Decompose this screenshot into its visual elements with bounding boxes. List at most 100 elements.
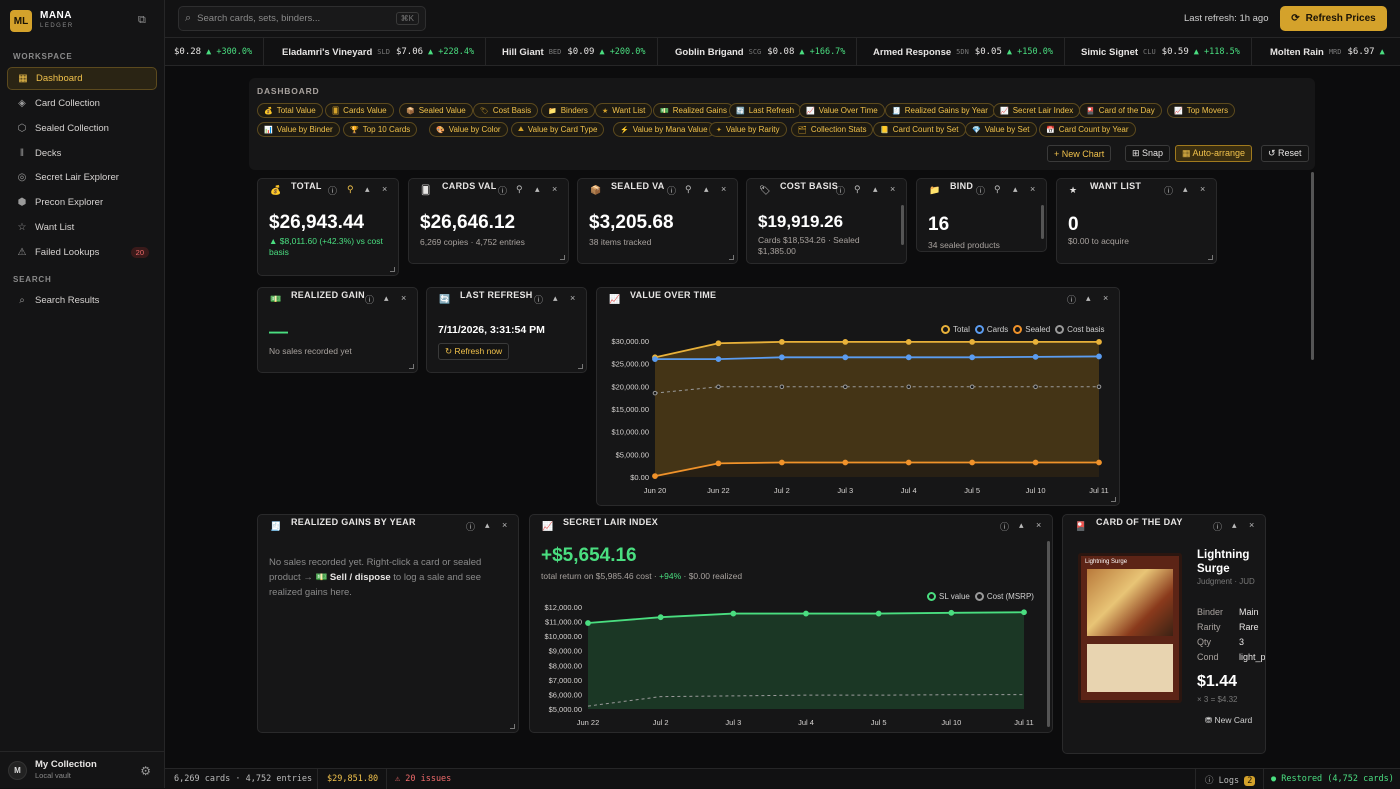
info-icon[interactable]: ⓘ (328, 184, 337, 197)
sidebar-item-precon-explorer[interactable]: ⬢ Precon Explorer (7, 191, 157, 214)
collapse-icon[interactable]: ▴ (873, 184, 878, 195)
info-icon[interactable]: ⓘ (1164, 184, 1173, 197)
widget-chip[interactable]: 🧾 Realized Gains by Year (885, 103, 995, 118)
close-icon[interactable]: × (502, 520, 507, 530)
widget-header[interactable]: 💵 REALIZED GAIN ⓘ ▴ × (258, 288, 417, 310)
widget-value-over-time[interactable]: 📈 VALUE OVER TIME ⓘ ▴ × Total Cards Sealed C… (596, 287, 1120, 506)
resize-handle[interactable] (390, 267, 395, 272)
close-icon[interactable]: × (1030, 184, 1035, 194)
snap-button[interactable]: ⊞ Snap (1125, 145, 1171, 162)
resize-handle[interactable] (409, 364, 414, 369)
widget-binders[interactable]: 📁 BIND ⓘ ⚲ ▴ × 16 34 sealed products (916, 178, 1047, 252)
info-icon[interactable]: ⓘ (1213, 520, 1222, 533)
collapse-icon[interactable]: ▴ (1183, 184, 1188, 195)
collapse-icon[interactable]: ▴ (1232, 520, 1237, 531)
widget-chip[interactable]: 💵 Realized Gains (653, 103, 734, 118)
widget-chip[interactable]: 📈 Top Movers (1167, 103, 1236, 118)
widget-total-value[interactable]: 💰 TOTAL ⓘ ⚲ ▴ × $26,943.44 ▲ $8,011.60 (+42.3… (257, 178, 399, 276)
widget-chip[interactable]: 🔄 Last Refresh (729, 103, 802, 118)
info-icon[interactable]: ⓘ (498, 184, 507, 197)
sidebar-item-failed-lookups[interactable]: ⚠ Failed Lookups 20 (7, 241, 157, 264)
collapse-sidebar-icon[interactable]: ⧉ (138, 14, 152, 26)
info-icon[interactable]: ⓘ (976, 184, 985, 197)
sidebar-item-sealed-collection[interactable]: ⬡ Sealed Collection (7, 117, 157, 140)
widget-chip[interactable]: ⚡ Value by Mana Value (613, 122, 715, 137)
pin-icon[interactable]: ⚲ (685, 184, 692, 195)
collapse-icon[interactable]: ▴ (1013, 184, 1018, 195)
widget-chip[interactable]: 🏆 Top 10 Cards (343, 122, 418, 137)
widget-chip[interactable]: 📒 Card Count by Set (873, 122, 966, 137)
widget-chip[interactable]: 📈 Value Over Time (799, 103, 885, 118)
widget-sealed-value[interactable]: 📦 SEALED VA ⓘ ⚲ ▴ × $3,205.68 38 items tracke… (577, 178, 738, 264)
ticker-item[interactable]: Eladamri's Vineyard SLD $7.06 ▲ +228.4% (271, 38, 487, 65)
close-icon[interactable]: × (890, 184, 895, 194)
widget-scrollbar[interactable] (901, 205, 904, 245)
pin-icon[interactable]: ⚲ (516, 184, 523, 195)
widget-chip[interactable]: ★ Want List (595, 103, 653, 118)
widget-chip[interactable]: 📦 Sealed Value (399, 103, 473, 118)
widget-chip[interactable]: ⛰ Value by Card Type (511, 122, 605, 137)
widget-realized-gain[interactable]: 💵 REALIZED GAIN ⓘ ▴ × — No sales recorded ye… (257, 287, 418, 373)
widget-chip[interactable]: 📁 Binders (541, 103, 595, 118)
widget-cards-value[interactable]: 🂠 CARDS VAL ⓘ ⚲ ▴ × $26,646.12 6,269 copies ·… (408, 178, 569, 264)
widget-header[interactable]: 🔄 LAST REFRESH ⓘ ▴ × (427, 288, 586, 310)
auto-arrange-button[interactable]: ▦ Auto-arrange (1175, 145, 1253, 162)
collapse-icon[interactable]: ▴ (365, 184, 370, 195)
dashboard-scrollbar[interactable] (1311, 172, 1314, 360)
close-icon[interactable]: × (721, 184, 726, 194)
search-input[interactable]: ⌕ Search cards, sets, binders... ⌘K (178, 6, 426, 31)
widget-chip[interactable]: 💰 Total Value (257, 103, 323, 118)
footer-logs[interactable]: ⓘ Logs 2 (1205, 774, 1256, 786)
widget-chip[interactable]: 🎨 Value by Color (429, 122, 508, 137)
widget-header[interactable]: 🧾 REALIZED GAINS BY YEAR ⓘ ▴ × (258, 515, 518, 537)
refresh-prices-button[interactable]: ⟳ Refresh Prices (1280, 6, 1387, 31)
widget-header[interactable]: 💰 TOTAL ⓘ ⚲ ▴ × (258, 179, 398, 201)
sidebar-item-secret-lair-explorer[interactable]: ◎ Secret Lair Explorer (7, 166, 157, 189)
app-logo[interactable]: ML (10, 10, 32, 32)
reset-button[interactable]: ↺ Reset (1261, 145, 1309, 162)
widget-chip[interactable]: 📊 Value by Binder (257, 122, 340, 137)
resize-handle[interactable] (578, 364, 583, 369)
sidebar-item-want-list[interactable]: ☆ Want List (7, 216, 157, 239)
widget-header[interactable]: 📦 SEALED VA ⓘ ⚲ ▴ × (578, 179, 737, 201)
widget-header[interactable]: 📁 BIND ⓘ ⚲ ▴ × (917, 179, 1046, 201)
user-profile[interactable]: M My Collection Local vault ⚙ (0, 751, 165, 788)
resize-handle[interactable] (510, 724, 515, 729)
widget-chip[interactable]: 🗂 Collection Stats (791, 122, 874, 137)
pin-icon[interactable]: ⚲ (854, 184, 861, 195)
widget-chip[interactable]: 📅 Card Count by Year (1039, 122, 1136, 137)
ticker-item[interactable]: Goblin Brigand SCG $0.08 ▲ +166.7% (664, 38, 858, 65)
close-icon[interactable]: × (382, 184, 387, 194)
widget-header[interactable]: ★ WANT LIST ⓘ ▴ × (1057, 179, 1216, 201)
resize-handle[interactable] (1208, 255, 1213, 260)
collapse-icon[interactable]: ▴ (384, 293, 389, 304)
resize-handle[interactable] (560, 255, 565, 260)
widget-chip[interactable]: 🂠 Cards Value (325, 103, 394, 118)
collapse-icon[interactable]: ▴ (704, 184, 709, 195)
widget-scrollbar[interactable] (1047, 541, 1050, 727)
sidebar-item-search-results[interactable]: ⌕ Search Results (7, 289, 157, 312)
new-chart-button[interactable]: + New Chart (1047, 145, 1112, 162)
pin-icon[interactable]: ⚲ (347, 184, 354, 195)
refresh-now-button[interactable]: ↻ Refresh now (438, 343, 510, 360)
close-icon[interactable]: × (401, 293, 406, 303)
widget-header[interactable]: 🏷 COST BASIS ⓘ ⚲ ▴ × (747, 179, 906, 201)
ticker-item[interactable]: Simic Signet CLU $0.59 ▲ +118.5% (1070, 38, 1252, 65)
widget-scrollbar[interactable] (1041, 205, 1044, 239)
widget-cost-basis[interactable]: 🏷 COST BASIS ⓘ ⚲ ▴ × $19,919.26 Cards $18,534… (746, 178, 907, 264)
resize-handle[interactable] (729, 255, 734, 260)
widget-chip[interactable]: 🎴 Card of the Day (1079, 103, 1162, 118)
widget-last-refresh[interactable]: 🔄 LAST REFRESH ⓘ ▴ × 7/11/2026, 3:31:54 PM ↻… (426, 287, 587, 373)
widget-chip[interactable]: ✦ Value by Rarity (709, 122, 787, 137)
collapse-icon[interactable]: ▴ (553, 293, 558, 304)
ticker-item[interactable]: Molten Rain MRD $6.97 ▲ (1259, 38, 1396, 65)
sidebar-item-decks[interactable]: ‖ Decks (7, 142, 157, 165)
gear-icon[interactable]: ⚙ (140, 764, 151, 778)
info-icon[interactable]: ⓘ (466, 520, 475, 533)
info-icon[interactable]: ⓘ (667, 184, 676, 197)
widget-secret-lair-index[interactable]: 📈 SECRET LAIR INDEX ⓘ ▴ × +$5,654.16 total r… (529, 514, 1053, 733)
widget-header[interactable]: 🂠 CARDS VAL ⓘ ⚲ ▴ × (409, 179, 568, 201)
close-icon[interactable]: × (552, 184, 557, 194)
sidebar-item-card-collection[interactable]: ◈ Card Collection (7, 92, 157, 115)
widget-card-of-the-day[interactable]: 🎴 CARD OF THE DAY ⓘ ▴ × Lightning Surge Ligh… (1062, 514, 1266, 754)
